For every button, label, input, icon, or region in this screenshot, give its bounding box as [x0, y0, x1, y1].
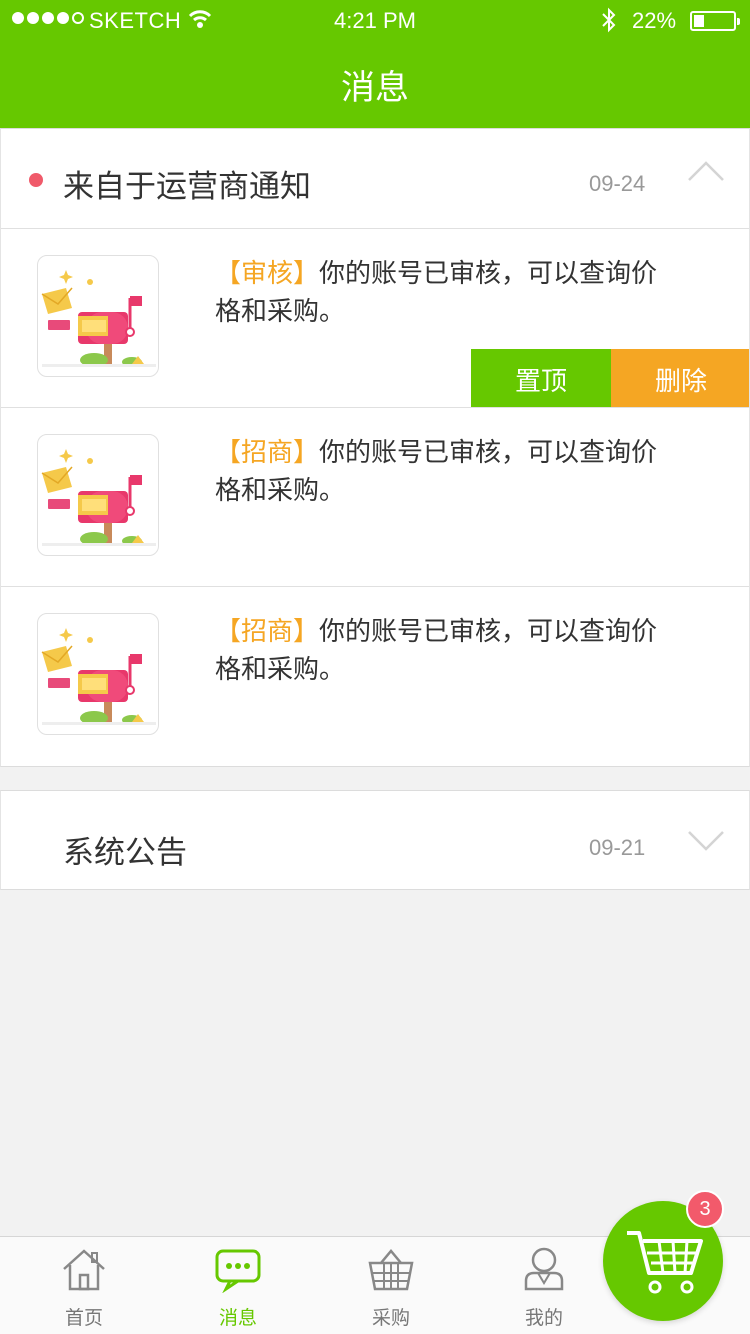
- chat-bubble-icon: [214, 1245, 262, 1294]
- cart-count-badge: 3: [686, 1190, 724, 1228]
- mailbox-illustration: [37, 434, 159, 556]
- message-item[interactable]: 【审核】你的账号已审核，可以查询价格和采购。 置顶 删除: [1, 229, 749, 408]
- message-item[interactable]: 【招商】你的账号已审核，可以查询价格和采购。: [1, 587, 749, 766]
- unread-dot: [29, 173, 43, 187]
- swipe-actions: 置顶 删除: [471, 349, 749, 407]
- message-text: 【招商】你的账号已审核，可以查询价格和采购。: [215, 434, 665, 510]
- tab-label: 我的: [524, 1307, 563, 1329]
- home-icon: [60, 1245, 108, 1293]
- group-header[interactable]: 系统公告 09-21: [1, 791, 749, 889]
- group-date: 09-21: [589, 835, 646, 860]
- mailbox-illustration: [37, 613, 159, 735]
- notification-group-system: 系统公告 09-21: [0, 790, 750, 890]
- tab-label: 采购: [371, 1307, 410, 1329]
- message-tag: 【招商】: [215, 438, 320, 468]
- tab-label: 消息: [218, 1307, 257, 1329]
- chevron-up-icon[interactable]: [687, 159, 725, 187]
- message-item[interactable]: 【招商】你的账号已审核，可以查询价格和采购。: [1, 408, 749, 587]
- tab-profile[interactable]: 我的: [494, 1237, 594, 1334]
- tab-messages[interactable]: 消息: [188, 1237, 288, 1334]
- group-date: 09-24: [589, 171, 646, 196]
- group-header[interactable]: 来自于运营商通知 09-24: [1, 129, 749, 229]
- chevron-down-icon[interactable]: [687, 829, 725, 857]
- mailbox-illustration: [37, 255, 159, 377]
- tab-purchase[interactable]: 采购: [341, 1237, 441, 1334]
- delete-button[interactable]: 删除: [611, 349, 749, 407]
- group-title: 来自于运营商通知: [63, 169, 311, 205]
- tab-label: 首页: [64, 1307, 103, 1329]
- basket-icon: [367, 1245, 415, 1293]
- top-bar: SKETCH 4:21 PM 22% 消息: [0, 0, 750, 128]
- notification-group-operator: 来自于运营商通知 09-24 【审核】你的账号已审核，可以查询价格和采购。 置顶…: [0, 128, 750, 767]
- battery-icon: [690, 11, 740, 31]
- page-title: 消息: [341, 68, 409, 108]
- group-title: 系统公告: [63, 835, 187, 871]
- battery-percent: 22%: [632, 8, 677, 33]
- tab-home[interactable]: 首页: [34, 1237, 134, 1334]
- pin-to-top-button[interactable]: 置顶: [471, 349, 611, 407]
- bluetooth-icon: [600, 7, 618, 39]
- user-icon: [520, 1245, 568, 1293]
- message-tag: 【审核】: [215, 259, 320, 289]
- status-bar: SKETCH 4:21 PM 22%: [0, 0, 750, 40]
- message-text: 【审核】你的账号已审核，可以查询价格和采购。: [215, 255, 665, 331]
- message-tag: 【招商】: [215, 617, 320, 647]
- message-text: 【招商】你的账号已审核，可以查询价格和采购。: [215, 613, 665, 689]
- shopping-cart-icon: [625, 1229, 705, 1301]
